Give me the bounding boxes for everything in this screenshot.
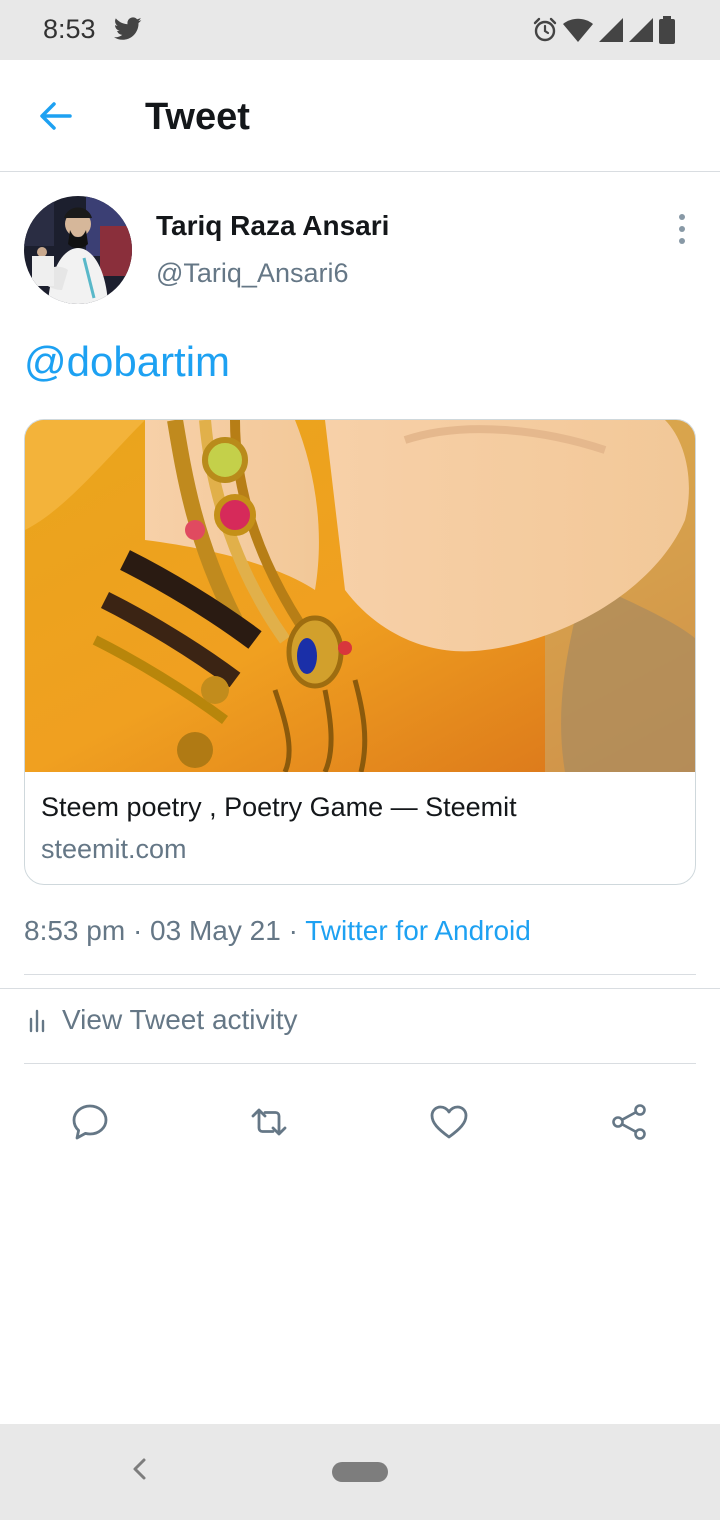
tweet-timestamp: 8:53 pm · 03 May 21 · [24,915,306,946]
author-handle[interactable]: @Tariq_Ansari6 [156,258,349,289]
card-domain: steemit.com [41,834,187,864]
app-header: Tweet [0,60,720,172]
share-icon[interactable] [609,1102,649,1142]
status-time: 8:53 [43,14,96,44]
link-card[interactable]: Steem poetry , Poetry Game — Steemit ste… [24,419,696,885]
view-tweet-activity-label: View Tweet activity [62,1004,298,1035]
page-title: Tweet [145,96,250,138]
view-tweet-activity-button[interactable]: View Tweet activity [24,1000,298,1040]
tweet-meta: 8:53 pm · 03 May 21 · Twitter for Androi… [24,915,531,947]
tweet-actions [0,1084,720,1160]
signal-icon [599,18,623,42]
retweet-icon[interactable] [249,1102,289,1142]
arrow-left-icon[interactable] [36,96,76,136]
mention-link[interactable]: @dobartim [24,338,230,386]
chevron-left-icon[interactable] [126,1454,152,1484]
card-title: Steem poetry , Poetry Game — Steemit [41,792,517,822]
divider [24,974,696,975]
author-name[interactable]: Tariq Raza Ansari [156,210,389,242]
wifi-icon [563,18,593,42]
home-pill-icon[interactable] [332,1462,388,1482]
signal-icon [629,18,653,42]
twitter-bird-icon [114,17,142,40]
divider [0,988,720,989]
reply-icon[interactable] [70,1102,110,1142]
vertical-dots-icon[interactable] [674,214,690,244]
avatar-photo [24,196,132,304]
battery-icon [659,16,675,44]
analytics-icon [29,1009,45,1033]
divider [24,1063,696,1064]
tweet-source-link[interactable]: Twitter for Android [305,915,531,946]
bangles-photo [25,420,695,772]
avatar[interactable] [24,196,132,304]
system-nav-bar [0,1424,720,1520]
alarm-icon [533,17,557,42]
status-bar: 8:53 [0,0,720,60]
like-icon[interactable] [429,1102,469,1142]
